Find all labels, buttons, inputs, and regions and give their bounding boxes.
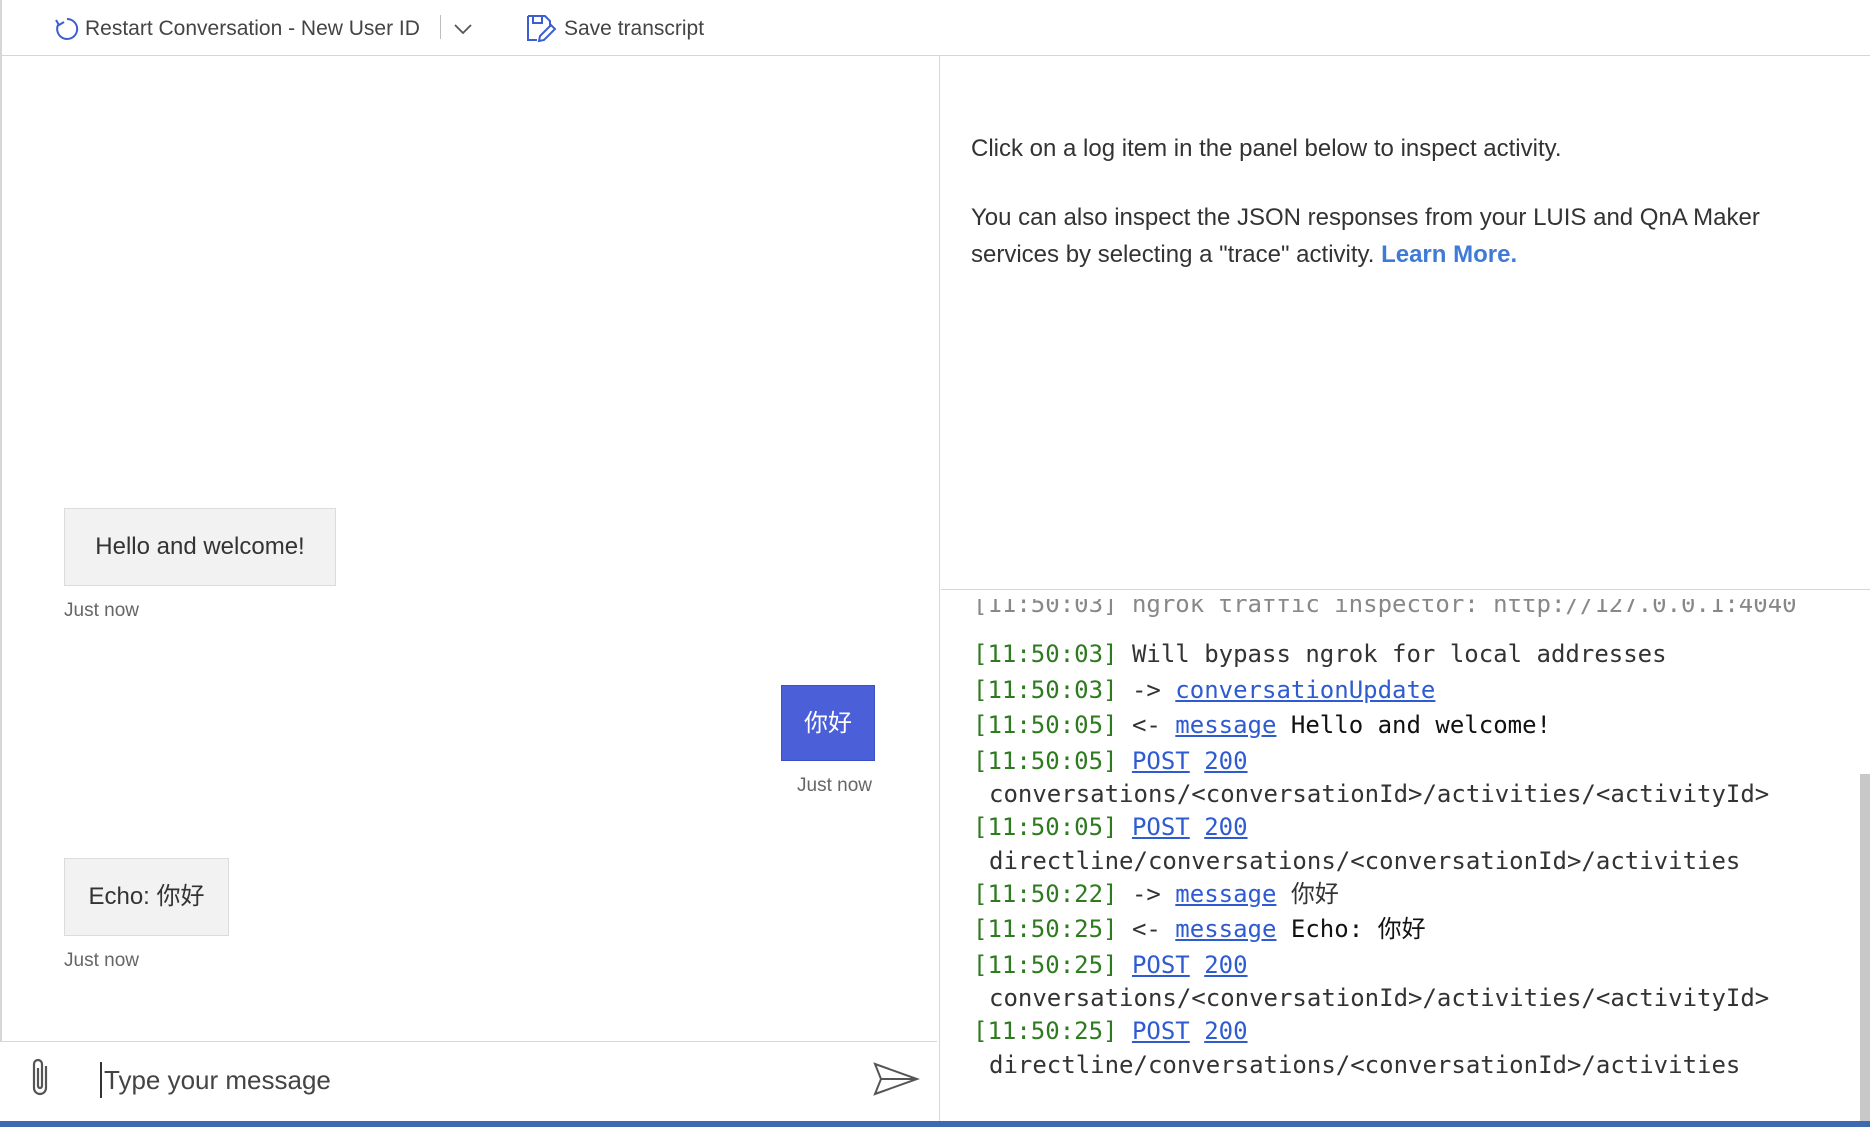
log-activity-link[interactable]: message [1175, 915, 1276, 943]
log-entry: [11:50:03] -> conversationUpdate [973, 673, 1843, 709]
bot-message-bubble[interactable]: Echo: 你好 [64, 858, 229, 936]
toolbar: Restart Conversation - New User ID Save … [0, 0, 1870, 56]
log-list: [11:50:03] Will bypass ngrok for local a… [973, 637, 1843, 1081]
log-entry: [11:50:25] <- message Echo: 你好 [973, 912, 1843, 948]
log-activity-link[interactable]: message [1175, 711, 1276, 739]
log-scrollbar[interactable] [1860, 774, 1870, 1121]
log-status-link[interactable]: 200 [1204, 747, 1247, 775]
log-path: directline/conversations/<conversationId… [989, 1050, 1741, 1079]
bot-message-bubble[interactable]: Hello and welcome! [64, 508, 336, 586]
user-message-bubble[interactable]: 你好 [781, 685, 875, 761]
log-arrow: -> [1117, 879, 1176, 908]
log-timestamp: [11:50:22] [973, 879, 1118, 908]
log-entry: [11:50:25] POST 200 [973, 1014, 1843, 1050]
log-arrow: -> [1117, 675, 1176, 704]
log-method-link[interactable]: POST [1132, 1017, 1190, 1045]
log-entry: [11:50:03] Will bypass ngrok for local a… [973, 637, 1843, 673]
save-icon [527, 15, 557, 43]
save-label: Save transcript [564, 17, 705, 40]
inspector-hint: Click on a log item in the panel below t… [971, 135, 1562, 162]
inspector-description-text: You can also inspect the JSON responses … [971, 204, 1760, 268]
log-path: directline/conversations/<conversationId… [989, 846, 1741, 875]
chat-pane [0, 56, 940, 1127]
log-activity-link[interactable]: message [1175, 880, 1276, 908]
learn-more-link[interactable]: Learn More. [1381, 241, 1517, 268]
log-arrow: <- [1117, 915, 1176, 943]
attach-button[interactable] [26, 1054, 56, 1100]
log-timestamp: [11:50:03] [973, 675, 1118, 704]
log-timestamp: [11:50:05] [973, 746, 1118, 775]
log-entry: [11:50:05] POST 200 [973, 744, 1843, 780]
log-method-link[interactable]: POST [1132, 813, 1190, 841]
log-method-link[interactable]: POST [1132, 951, 1190, 979]
log-activity-link[interactable]: conversationUpdate [1175, 676, 1435, 704]
log-entry: [11:50:25] POST 200 [973, 948, 1843, 984]
restart-options-dropdown[interactable] [450, 18, 476, 40]
log-panel: [11:50:03] ngrok traffic inspector: http… [941, 591, 1870, 1121]
log-path: conversations/<conversationId>/activitie… [989, 984, 1770, 1012]
log-line-partial: [11:50:03] ngrok traffic inspector: http… [973, 599, 1797, 618]
status-bar [0, 1121, 1870, 1127]
log-timestamp: [11:50:25] [973, 915, 1118, 943]
log-text: Will bypass ngrok for local addresses [1117, 640, 1667, 668]
message-timestamp: Just now [64, 600, 139, 621]
refresh-icon [55, 17, 79, 40]
message-text: Echo: 你好 [88, 883, 205, 910]
log-status-link[interactable]: 200 [1204, 951, 1247, 979]
log-status-link[interactable]: 200 [1204, 813, 1247, 841]
log-message-text: Echo: 你好 [1276, 915, 1426, 943]
save-transcript-button[interactable]: Save transcript [525, 13, 704, 45]
log-timestamp: [11:50:05] [973, 711, 1118, 739]
message-text: 你好 [804, 709, 852, 737]
chevron-down-icon [454, 24, 472, 35]
send-icon [873, 1062, 920, 1096]
message-input[interactable] [100, 1062, 840, 1098]
inspector-description: You can also inspect the JSON responses … [971, 199, 1851, 273]
log-timestamp: [11:50:03] [973, 640, 1118, 668]
log-method-link[interactable]: POST [1132, 747, 1190, 775]
log-entry: [11:50:05] POST 200 [973, 810, 1843, 846]
inspector-pane: Click on a log item in the panel below t… [941, 56, 1870, 590]
toolbar-separator [440, 15, 441, 39]
restart-conversation-button[interactable]: Restart Conversation - New User ID [54, 13, 420, 45]
log-arrow: <- [1117, 711, 1176, 739]
log-entry: [11:50:22] -> message 你好 [973, 877, 1843, 913]
log-entry: [11:50:05] <- message Hello and welcome! [973, 708, 1843, 744]
log-message-text: 你好 [1276, 879, 1339, 908]
log-timestamp: [11:50:25] [973, 1017, 1118, 1045]
log-message-text: Hello and welcome! [1276, 711, 1551, 739]
message-timestamp: Just now [797, 775, 872, 796]
log-status-link[interactable]: 200 [1204, 1017, 1247, 1045]
log-path: conversations/<conversationId>/activitie… [989, 780, 1770, 808]
paperclip-icon [32, 1058, 48, 1096]
log-timestamp: [11:50:25] [973, 950, 1118, 979]
message-timestamp: Just now [64, 950, 139, 971]
send-button[interactable] [872, 1060, 920, 1098]
log-timestamp: [11:50:05] [973, 813, 1118, 841]
message-text: Hello and welcome! [95, 533, 305, 560]
restart-label: Restart Conversation - New User ID [85, 17, 420, 40]
